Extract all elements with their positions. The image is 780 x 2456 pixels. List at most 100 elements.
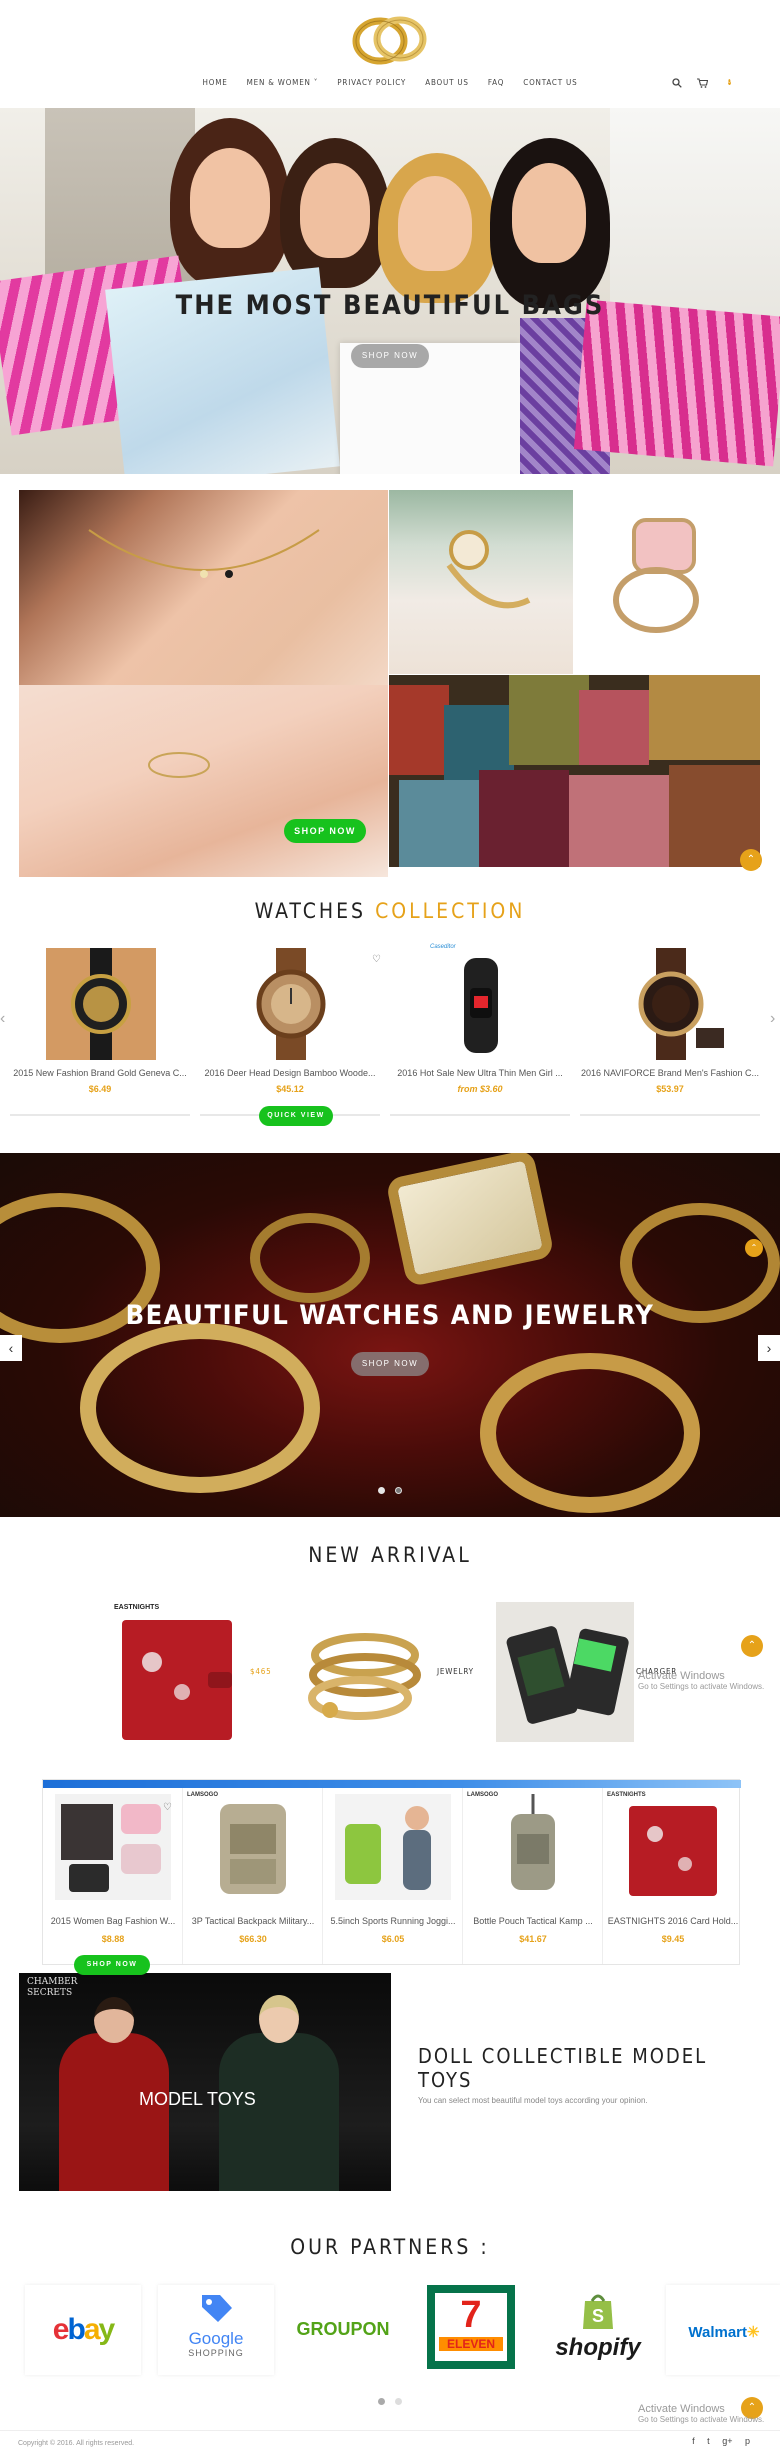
partner-ebay[interactable]: ebay ebay bbox=[25, 2285, 141, 2375]
slider-dot[interactable] bbox=[395, 1487, 403, 1494]
wallet-pink bbox=[579, 690, 649, 765]
product-name[interactable]: 3P Tactical Backpack Military... bbox=[183, 1916, 323, 1926]
collage-watch[interactable] bbox=[389, 490, 573, 674]
slider-dot-active[interactable] bbox=[377, 1487, 385, 1494]
doll-description: You can select most beautiful model toys… bbox=[418, 2096, 648, 2105]
watermark-line2: Go to Settings to activate Windows. bbox=[638, 2415, 765, 2424]
product-name[interactable]: 2015 Women Bag Fashion W... bbox=[43, 1916, 183, 1926]
walmart-logo: Walmart✳ bbox=[666, 2323, 780, 2341]
watermark-line1: Activate Windows bbox=[638, 1670, 725, 1682]
hero2-shop-now-button[interactable]: SHOP NOW bbox=[351, 1352, 429, 1376]
quick-view-button[interactable]: QUICK VIEW bbox=[259, 1106, 333, 1126]
watch-on-wrist bbox=[446, 530, 531, 609]
product-card[interactable]: LAMSOGO Bottle Pouch Tactical Kamp ... $… bbox=[463, 1788, 603, 1964]
watch-bamboo-wood bbox=[256, 948, 326, 1060]
product-collage: SHOP NOW ⌃ bbox=[0, 487, 780, 877]
product-name[interactable]: 5.5inch Sports Running Joggi... bbox=[323, 1916, 463, 1926]
product-card[interactable]: Caseditor 2016 Hot Sale New Ultra Thin M… bbox=[390, 940, 570, 1120]
scroll-top-button[interactable]: ⌃ bbox=[740, 849, 762, 871]
product-name[interactable]: 2016 Hot Sale New Ultra Thin Men Girl ..… bbox=[390, 1068, 570, 1078]
carousel-prev-arrow[interactable]: ‹ bbox=[0, 1010, 5, 1028]
partner-7-eleven[interactable]: 7 ELEVEN bbox=[427, 2285, 515, 2369]
nav-men-women[interactable]: MEN & WOMEN ˅ bbox=[247, 78, 319, 87]
bracelet-ring bbox=[148, 752, 210, 778]
wishlist-heart-icon[interactable]: ♡ bbox=[372, 954, 381, 965]
nav-faq[interactable]: FAQ bbox=[488, 78, 504, 87]
product-price: from $3.60 bbox=[457, 1084, 503, 1094]
poster-text: CHAMBER SECRETS bbox=[27, 1977, 78, 1998]
bottle-pouch bbox=[511, 1794, 555, 1890]
twitter-icon[interactable]: t bbox=[707, 2436, 710, 2446]
product-name[interactable]: Bottle Pouch Tactical Kamp ... bbox=[463, 1916, 603, 1926]
scroll-top-button[interactable]: ⌃ bbox=[741, 1635, 763, 1657]
product-name[interactable]: EASTNIGHTS 2016 Card Hold... bbox=[603, 1916, 743, 1926]
collage-ring[interactable] bbox=[574, 490, 760, 674]
doll-shop-now-badge[interactable]: SHOP NOW bbox=[74, 1955, 150, 1975]
product-card[interactable]: EASTNIGHTS EASTNIGHTS 2016 Card Hold... … bbox=[603, 1788, 743, 1964]
arrival-charger[interactable] bbox=[496, 1602, 634, 1742]
wallet-brand: EASTNIGHTS bbox=[114, 1604, 160, 1611]
partner-google-shopping[interactable]: Google SHOPPING bbox=[158, 2285, 274, 2375]
hero-title-jewelry: BEAUTIFUL WATCHES AND JEWELRY bbox=[125, 1300, 655, 1331]
wallet-rose bbox=[569, 775, 669, 867]
seven-eleven-logo-box: 7 ELEVEN bbox=[435, 2293, 507, 2361]
collage-necklace[interactable] bbox=[19, 490, 388, 685]
partner-groupon[interactable]: GROUPON bbox=[285, 2285, 401, 2375]
activate-windows-watermark: Activate Windows Go to Settings to activ… bbox=[638, 1670, 764, 1691]
cart-icon[interactable]: 0 bbox=[696, 78, 731, 91]
pinterest-icon[interactable]: p bbox=[745, 2436, 750, 2446]
product-name[interactable]: 2016 NAVIFORCE Brand Men's Fashion C... bbox=[580, 1068, 760, 1078]
partners-dot-active[interactable] bbox=[377, 2398, 385, 2405]
watch-naviforce bbox=[638, 948, 724, 1060]
nav-contact-us[interactable]: CONTACT US bbox=[523, 78, 577, 87]
facebook-icon[interactable]: f bbox=[692, 2436, 695, 2446]
arrival-bracelets[interactable] bbox=[300, 1620, 430, 1730]
product-card[interactable]: 2015 New Fashion Brand Gold Geneva C... … bbox=[10, 940, 190, 1120]
collage-shop-now-button[interactable]: SHOP NOW bbox=[284, 819, 366, 843]
hero-banner-jewelry[interactable]: SHOP NOW ⌃ bbox=[0, 1153, 780, 1517]
figure-right-head bbox=[259, 1995, 299, 2043]
social-links: f t g+ p bbox=[682, 2436, 750, 2446]
model-2-face bbox=[300, 163, 370, 258]
collage-bracelet[interactable]: SHOP NOW bbox=[19, 685, 388, 877]
arrival-wallet[interactable]: EASTNIGHTS bbox=[112, 1602, 248, 1742]
product-card[interactable]: 2016 NAVIFORCE Brand Men's Fashion C... … bbox=[580, 940, 760, 1120]
brand-logo-eastnights: EASTNIGHTS bbox=[607, 1792, 646, 1798]
product-price: $53.97 bbox=[656, 1084, 684, 1094]
search-icon[interactable] bbox=[672, 78, 685, 91]
product-card[interactable]: 2016 Deer Head Design Bamboo Woode... $4… bbox=[200, 940, 381, 1120]
watermark-line2: Go to Settings to activate Windows. bbox=[638, 1682, 765, 1691]
necklace-chain bbox=[88, 529, 320, 578]
collage-wallets[interactable] bbox=[389, 675, 760, 867]
hero-shop-now-button[interactable]: SHOP NOW bbox=[351, 344, 429, 368]
logo-rings[interactable] bbox=[340, 8, 440, 70]
slider-next-arrow[interactable]: › bbox=[758, 1335, 780, 1361]
partner-walmart[interactable]: Walmart✳ bbox=[666, 2285, 780, 2375]
doll-banner[interactable]: CHAMBER SECRETS MODEL TOYS bbox=[19, 1973, 391, 2191]
slider-prev-arrow[interactable]: ‹ bbox=[0, 1335, 22, 1361]
product-card[interactable]: LAMSOGO 3P Tactical Backpack Military...… bbox=[183, 1788, 323, 1964]
product-card[interactable]: ♡ 2015 Women Bag Fashion W... $8.88 bbox=[43, 1788, 183, 1964]
nav-privacy-policy[interactable]: PRIVACY POLICY bbox=[337, 78, 406, 87]
partners-dot[interactable] bbox=[395, 2398, 403, 2405]
product-price: $45.12 bbox=[276, 1084, 304, 1094]
carousel-next-arrow[interactable]: › bbox=[770, 1010, 775, 1028]
scroll-top-button[interactable]: ⌃ bbox=[745, 1239, 763, 1257]
product-name[interactable]: 2016 Deer Head Design Bamboo Woode... bbox=[200, 1068, 380, 1078]
new-arrival-title: NEW ARRIVAL bbox=[308, 1543, 472, 1567]
wishlist-heart-icon[interactable]: ♡ bbox=[163, 1802, 172, 1813]
product-card[interactable]: 5.5inch Sports Running Joggi... $6.05 bbox=[323, 1788, 463, 1964]
hero-banner-bags[interactable]: THE MOST BEAUTIFUL BAGS SHOP NOW bbox=[0, 108, 780, 474]
google-shopping-sub: SHOPPING bbox=[188, 2348, 244, 2358]
product-price: $6.05 bbox=[381, 1934, 405, 1944]
partner-shopify[interactable]: S shopify bbox=[540, 2285, 656, 2375]
charm-bracelets bbox=[308, 1633, 421, 1720]
carousel-top-bar bbox=[43, 1780, 741, 1788]
product-price: $8.88 bbox=[101, 1934, 125, 1944]
wallet-olive bbox=[509, 675, 589, 765]
product-name[interactable]: 2015 New Fashion Brand Gold Geneva C... bbox=[10, 1068, 190, 1078]
nav-home[interactable]: HOME bbox=[203, 78, 228, 87]
site-header: HOME MEN & WOMEN ˅ PRIVACY POLICY ABOUT … bbox=[0, 0, 780, 108]
google-plus-icon[interactable]: g+ bbox=[722, 2436, 732, 2446]
nav-about-us[interactable]: ABOUT US bbox=[425, 78, 469, 87]
